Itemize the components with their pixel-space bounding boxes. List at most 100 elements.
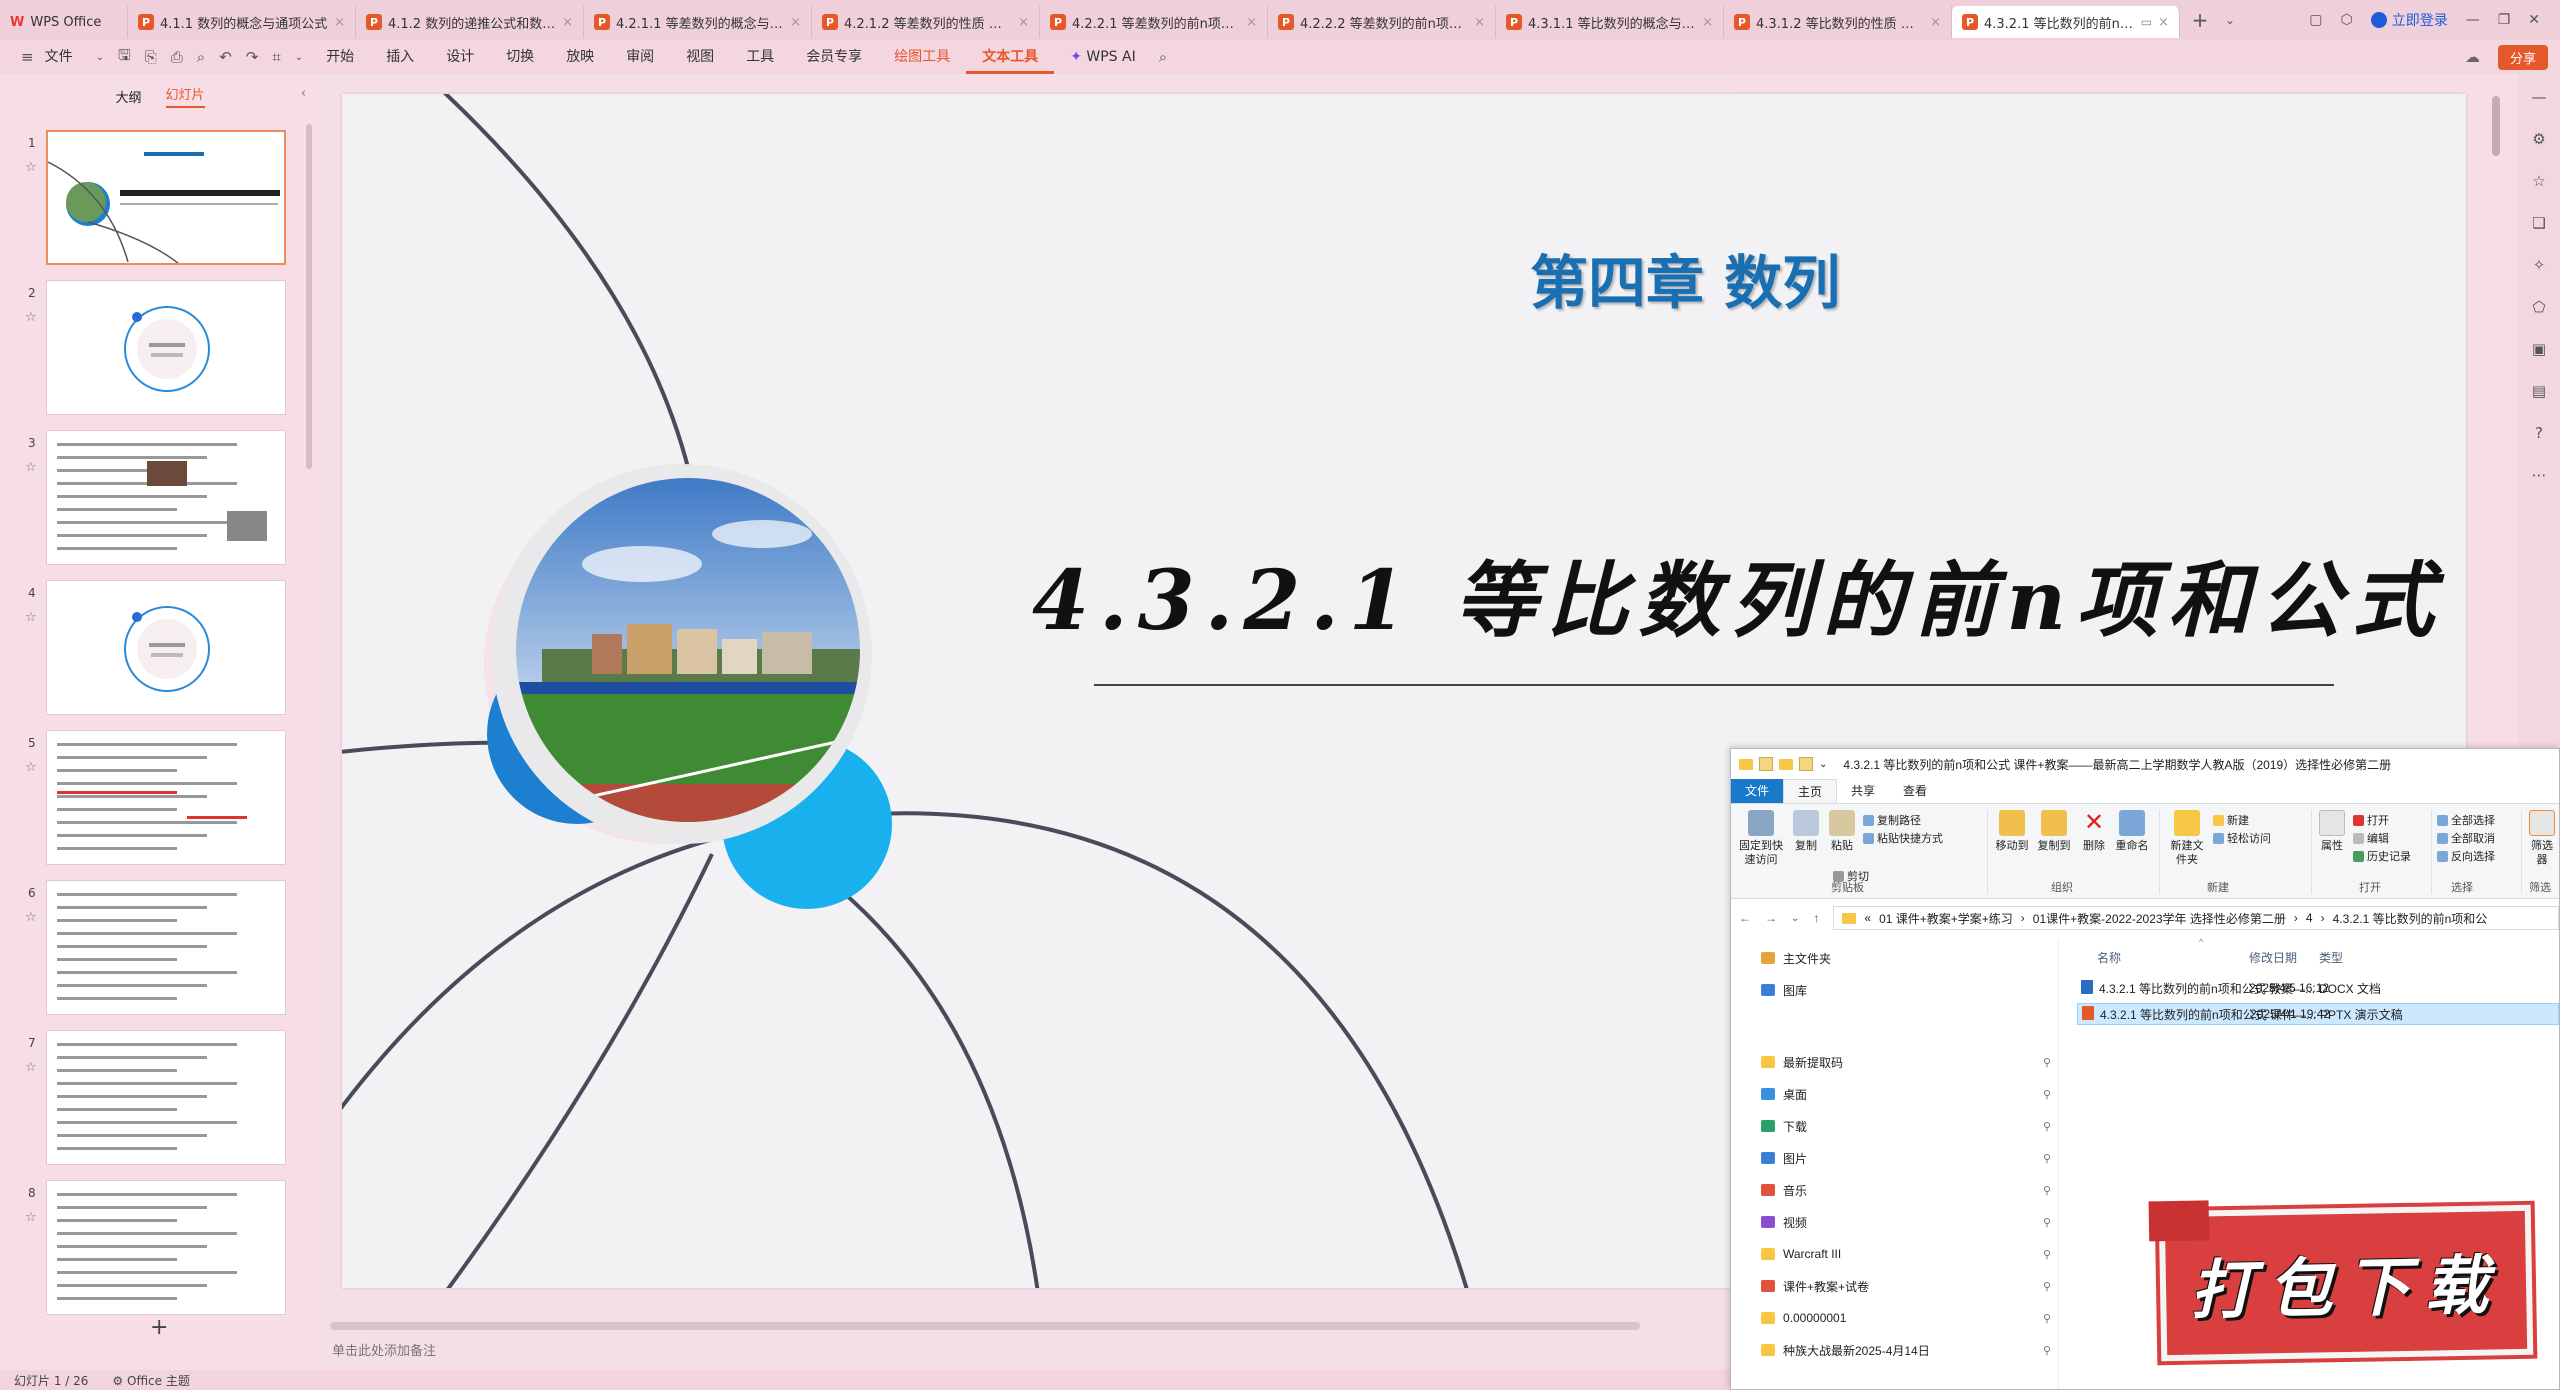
slide-thumbnail-row[interactable]: 2 ☆ [0,280,300,420]
minimize-icon[interactable]: — [2466,12,2480,28]
star-icon[interactable]: ☆ [25,910,37,925]
tab-outline[interactable]: 大纲 [115,87,141,106]
print-preview-icon[interactable]: ⌕ [190,48,212,66]
new-folder-button[interactable]: 新建文件夹 [2167,810,2207,867]
menu-review[interactable]: 审阅 [610,40,670,74]
menu-view[interactable]: 视图 [670,40,730,74]
copy-button[interactable]: 复制 [1791,810,1821,853]
file-chevron-icon[interactable]: ⌄ [89,52,111,63]
tab-document[interactable]: P 4.1.1 数列的概念与通项公式 × [128,6,356,38]
pin-icon[interactable]: ⚲ [2043,1088,2051,1101]
slide-thumbnail[interactable] [46,430,286,565]
invert-selection-button[interactable]: 反向选择 [2437,848,2495,864]
slide-thumbnail[interactable] [46,580,286,715]
magic-icon[interactable]: ✧ [2533,256,2546,274]
share-button[interactable]: 分享 [2497,45,2548,70]
new-tab-plus-icon[interactable]: + [2180,8,2220,32]
notes-placeholder[interactable]: 单击此处添加备注 [332,1340,436,1359]
slide-thumbnail-row[interactable]: 3 ☆ [0,430,300,570]
more-chevron-icon[interactable]: ⌄ [288,52,310,63]
pin-icon[interactable]: ⚲ [2043,1152,2051,1165]
undo-icon[interactable]: ↶ [212,48,239,66]
tab-document[interactable]: P 4.1.2 数列的递推公式和数列的前 × [356,6,584,38]
paste-button[interactable]: 粘贴 [1827,810,1857,853]
star-icon[interactable]: ☆ [25,160,37,175]
nav-item[interactable]: 课件+教案+试卷 ⚲ [1761,1275,2051,1297]
up-icon[interactable]: ↑ [1813,911,1819,925]
book-icon[interactable]: ▤ [2532,382,2546,400]
close-tab-icon[interactable]: × [1246,15,1257,30]
quick-access-chevron-icon[interactable]: ⌄ [1819,759,1827,770]
recent-chevron-icon[interactable]: ⌄ [1791,913,1799,924]
properties-button[interactable]: 属性 [2317,810,2347,853]
pin-icon[interactable]: ⚲ [2043,1120,2051,1133]
slide-thumbnail-row[interactable]: 6 ☆ [0,880,300,1020]
shape-icon[interactable]: ⬠ [2532,298,2545,316]
slide-title[interactable]: 4.3.2.1 等比数列的前n项和公式 [1032,534,2444,653]
monitor-icon[interactable]: ▭ [2141,15,2152,29]
nav-item[interactable]: 主文件夹 [1761,947,2051,969]
nav-item[interactable]: 图库 [1761,979,2051,1001]
ribbon-tab-view[interactable]: 查看 [1889,779,1941,803]
tab-list-chevron-icon[interactable]: ⌄ [2220,13,2240,27]
tab-document[interactable]: P 4.2.1.1 等差数列的概念与通项公 × [584,6,812,38]
ribbon-tab-home[interactable]: 主页 [1783,779,1838,803]
export-icon[interactable]: ⎘ [138,48,164,66]
slide-thumbnail[interactable] [46,280,286,415]
window-layout-icon[interactable]: ▢ [2309,12,2322,28]
close-tab-icon[interactable]: × [1930,15,1941,30]
close-tab-icon[interactable]: × [562,15,573,30]
tab-document[interactable]: P 4.3.2.1 等比数列的前n项和 ▭ × [1952,6,2180,38]
paste-shortcut-button[interactable]: 粘贴快捷方式 [1863,830,1943,846]
pin-icon[interactable]: ⚲ [2043,1344,2051,1357]
column-date[interactable]: 修改日期 [2249,949,2297,966]
properties-quick-icon[interactable] [1759,757,1773,771]
restore-icon[interactable]: ❐ [2498,12,2511,28]
slide-thumbnail[interactable] [46,130,286,265]
back-icon[interactable]: ← [1739,911,1751,925]
tab-slides[interactable]: 幻灯片 [165,84,205,108]
menu-wps-ai[interactable]: ✦ WPS AI [1054,40,1152,74]
slide-thumbnail[interactable] [46,730,286,865]
history-button[interactable]: 历史记录 [2353,848,2411,864]
slide-thumbnail[interactable] [46,1030,286,1165]
menu-member[interactable]: 会员专享 [790,40,878,74]
help-icon[interactable]: ? [2535,424,2543,442]
star-icon[interactable]: ☆ [25,610,37,625]
hamburger-icon[interactable]: ≡ [14,48,41,66]
redo-icon[interactable]: ↷ [239,48,266,66]
breadcrumb-item[interactable]: 4 [2306,911,2313,925]
close-tab-icon[interactable]: × [2158,15,2169,30]
star-icon[interactable]: ☆ [25,460,37,475]
add-slide-icon[interactable]: + [150,1315,168,1340]
star-icon[interactable]: ☆ [25,310,37,325]
menu-drawing-tools[interactable]: 绘图工具 [878,40,966,74]
new-item-button[interactable]: 新建 [2213,812,2249,828]
more-icon[interactable]: ⋯ [2532,466,2547,484]
close-icon[interactable]: ✕ [2528,12,2540,28]
close-tab-icon[interactable]: × [1018,15,1029,30]
column-name[interactable]: 名称 [2097,949,2121,966]
pin-icon[interactable]: ⚲ [2043,1248,2051,1261]
select-none-button[interactable]: 全部取消 [2437,830,2495,846]
close-tab-icon[interactable]: × [1474,15,1485,30]
menu-file[interactable]: 文件 [41,40,89,74]
pin-icon[interactable]: ⚲ [2043,1312,2051,1325]
login-button[interactable]: 立即登录 [2370,10,2448,30]
delete-button[interactable]: ✕ 删除 [2079,810,2109,853]
adjust-icon[interactable]: ⚙ [2532,130,2545,148]
cube-icon[interactable]: ⬡ [2340,12,2352,28]
menu-insert[interactable]: 插入 [370,40,430,74]
format-painter-icon[interactable]: ⌗ [265,48,287,66]
nav-item[interactable]: 种族大战最新2025-4月14日 ⚲ [1761,1339,2051,1361]
address-bar[interactable]: « 01 课件+教案+学案+练习 › 01课件+教案-2022-2023学年 选择… [1833,906,2559,930]
panel-scrollbar[interactable] [306,124,312,469]
breadcrumb-item[interactable]: 01 课件+教案+学案+练习 [1879,910,2013,927]
menu-slideshow[interactable]: 放映 [550,40,610,74]
tab-document[interactable]: P 4.3.1.2 等比数列的性质 课件-最新 × [1724,6,1952,38]
pin-icon[interactable]: ⚲ [2043,1216,2051,1229]
save-icon[interactable]: 🖫 [111,45,138,70]
file-row[interactable]: 4.3.2.1 等比数列的前n项和公式 教案—... 2025/4/5 16:12… [2077,977,2559,999]
pin-icon[interactable]: ⚲ [2043,1280,2051,1293]
copy-path-button[interactable]: 复制路径 [1863,812,1921,828]
